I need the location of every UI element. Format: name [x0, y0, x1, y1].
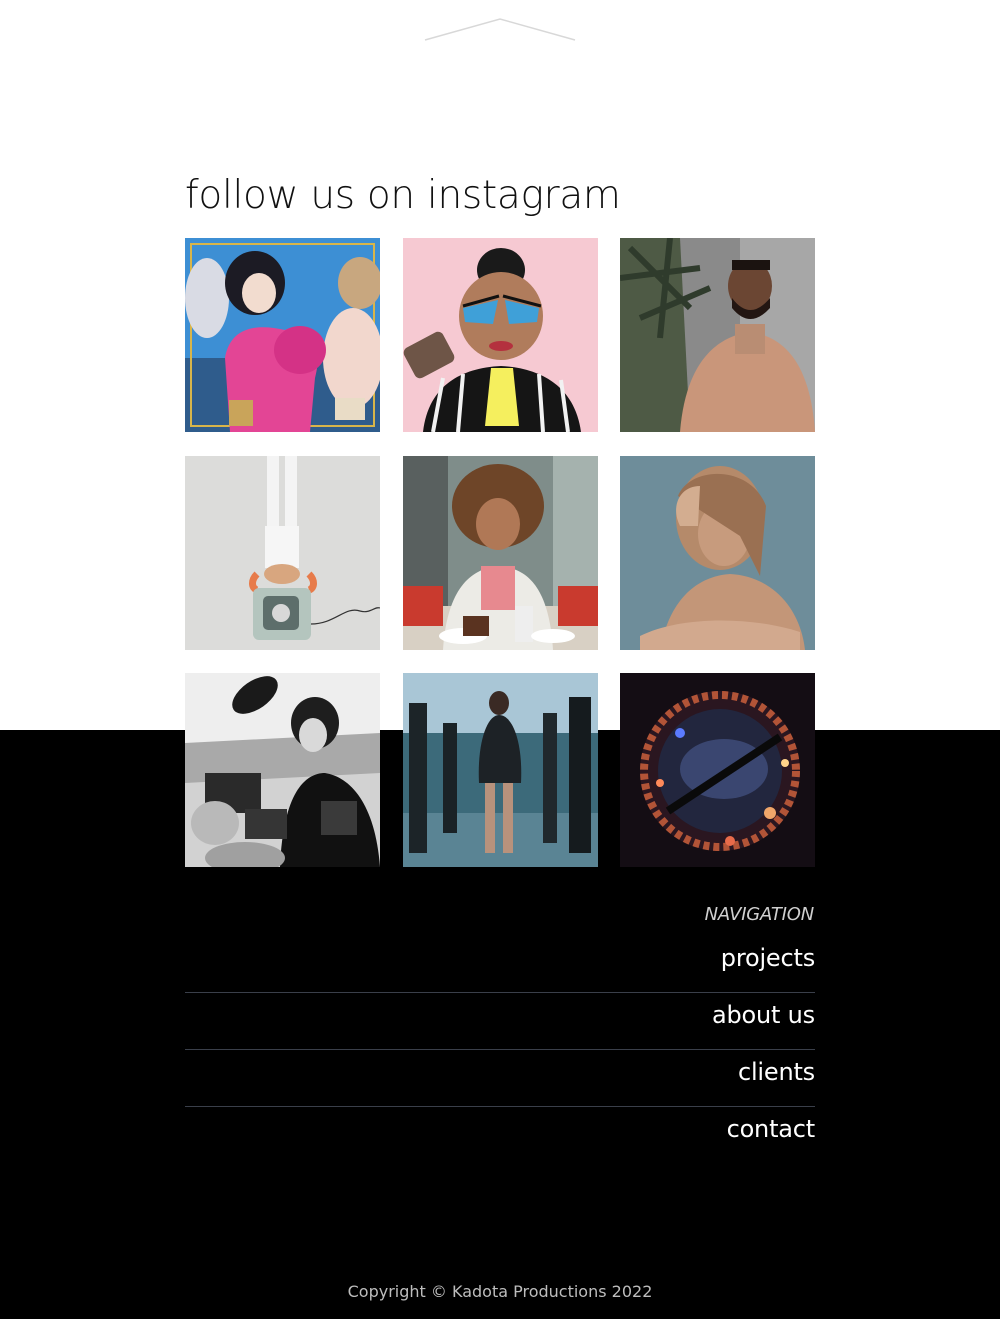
- instagram-post[interactable]: [403, 456, 598, 650]
- instagram-post[interactable]: [185, 238, 380, 432]
- footer-nav-about-us[interactable]: about us: [185, 993, 815, 1050]
- instagram-post[interactable]: [185, 673, 380, 867]
- copyright-text: Copyright © Kadota Productions 2022: [347, 1282, 653, 1301]
- instagram-post[interactable]: [620, 456, 815, 650]
- footer-navigation: projects about us clients contact: [185, 936, 815, 1164]
- nav-item-label: projects: [720, 944, 815, 972]
- instagram-post[interactable]: [403, 673, 598, 867]
- instagram-post[interactable]: [620, 238, 815, 432]
- footer-navigation-heading: NAVIGATION: [704, 904, 815, 925]
- chevron-up-icon: [424, 18, 576, 41]
- instagram-grid: [185, 238, 815, 868]
- nav-item-label: clients: [737, 1058, 815, 1086]
- nav-item-label: contact: [726, 1115, 816, 1143]
- instagram-post[interactable]: [403, 238, 598, 432]
- footer-nav-contact[interactable]: contact: [185, 1107, 816, 1164]
- instagram-post[interactable]: [185, 456, 380, 650]
- nav-item-label: about us: [712, 1001, 815, 1029]
- instagram-section-title: follow us on instagram: [185, 173, 621, 218]
- footer-nav-projects[interactable]: projects: [185, 936, 815, 993]
- footer-nav-clients[interactable]: clients: [185, 1050, 815, 1107]
- instagram-post[interactable]: [620, 673, 815, 867]
